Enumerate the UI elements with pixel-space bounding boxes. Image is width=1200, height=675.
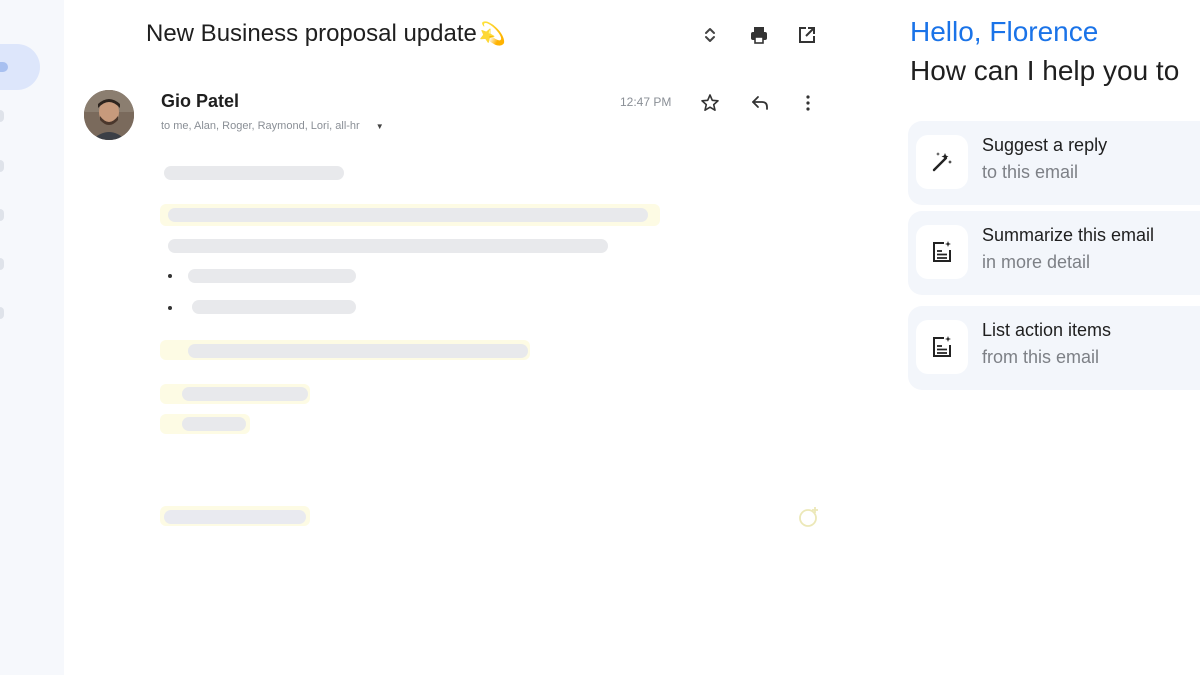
sender-avatar[interactable] bbox=[84, 90, 134, 140]
signature-placeholder bbox=[164, 510, 306, 524]
email-timestamp: 12:47 PM bbox=[620, 95, 672, 109]
suggestion-subtitle: in more detail bbox=[982, 252, 1091, 272]
body-text-placeholder bbox=[188, 269, 356, 283]
document-sparkle-icon bbox=[933, 336, 951, 357]
nav-rail-item[interactable] bbox=[0, 307, 4, 319]
body-text-placeholder bbox=[188, 344, 528, 358]
suggestion-title: Summarize this email bbox=[982, 225, 1155, 245]
nav-rail-item[interactable] bbox=[0, 209, 4, 221]
document-sparkle-icon bbox=[933, 241, 951, 262]
add-reaction-icon bbox=[799, 507, 818, 527]
assistant-greeting: Hello, Florence bbox=[910, 16, 1099, 47]
star-icon bbox=[701, 94, 719, 111]
expand-collapse-button[interactable] bbox=[697, 22, 723, 48]
suggestion-subtitle: to this email bbox=[982, 162, 1079, 182]
magic-pen-icon bbox=[932, 152, 952, 172]
sender-name: Gio Patel bbox=[161, 91, 240, 111]
suggestion-title: List action items bbox=[982, 320, 1112, 340]
body-text-placeholder bbox=[164, 166, 344, 180]
list-bullet bbox=[168, 306, 172, 310]
suggestion-icon-container bbox=[916, 320, 968, 374]
print-icon bbox=[751, 27, 767, 44]
add-emoji-reaction-button[interactable] bbox=[796, 504, 822, 530]
email-subject-text: New Business proposal update bbox=[146, 20, 477, 47]
nav-rail-item[interactable] bbox=[0, 258, 4, 270]
assistant-prompt: How can I help you to bbox=[910, 55, 1180, 86]
suggestion-card-summarize[interactable]: Summarize this email in more detail bbox=[908, 211, 1200, 295]
email-pane: New Business proposal update💫 Gio Patel … bbox=[64, 0, 882, 675]
nav-rail-item[interactable] bbox=[0, 110, 4, 122]
nav-rail bbox=[0, 0, 64, 675]
body-text-placeholder bbox=[168, 239, 608, 253]
open-in-new-icon bbox=[799, 27, 815, 43]
star-button[interactable] bbox=[697, 90, 723, 116]
suggestion-icon-container bbox=[916, 225, 968, 279]
suggestion-card-suggest-reply[interactable]: Suggest a reply to this email bbox=[908, 121, 1200, 205]
recipients-line[interactable]: to me, Alan, Roger, Raymond, Lori, all-h… bbox=[161, 120, 384, 132]
body-text-placeholder bbox=[182, 387, 308, 401]
suggestion-card-action-items[interactable]: List action items from this email bbox=[908, 306, 1200, 390]
print-button[interactable] bbox=[746, 22, 772, 48]
recipients-text: to me, Alan, Roger, Raymond, Lori, all-h… bbox=[161, 120, 360, 132]
person-photo bbox=[84, 90, 134, 140]
open-in-new-window-button[interactable] bbox=[794, 22, 820, 48]
list-bullet bbox=[168, 274, 172, 278]
assistant-panel: Hello, Florence How can I help you to Su… bbox=[882, 0, 1200, 675]
body-text-placeholder bbox=[192, 300, 356, 314]
nav-rail-item[interactable] bbox=[0, 160, 4, 172]
dizzy-emoji: 💫 bbox=[478, 21, 507, 46]
more-vert-icon bbox=[806, 95, 810, 111]
body-text-placeholder bbox=[182, 417, 246, 431]
caret-down-icon[interactable]: ▼ bbox=[376, 122, 384, 131]
suggestion-title: Suggest a reply bbox=[982, 135, 1108, 155]
reply-button[interactable] bbox=[747, 90, 773, 116]
body-text-placeholder bbox=[168, 208, 648, 222]
reply-icon bbox=[752, 96, 768, 110]
suggestion-subtitle: from this email bbox=[982, 347, 1100, 367]
unfold-icon bbox=[705, 28, 715, 42]
suggestion-icon-container bbox=[916, 135, 968, 189]
email-subject: New Business proposal update💫 bbox=[146, 20, 506, 48]
more-options-button[interactable] bbox=[795, 90, 821, 116]
